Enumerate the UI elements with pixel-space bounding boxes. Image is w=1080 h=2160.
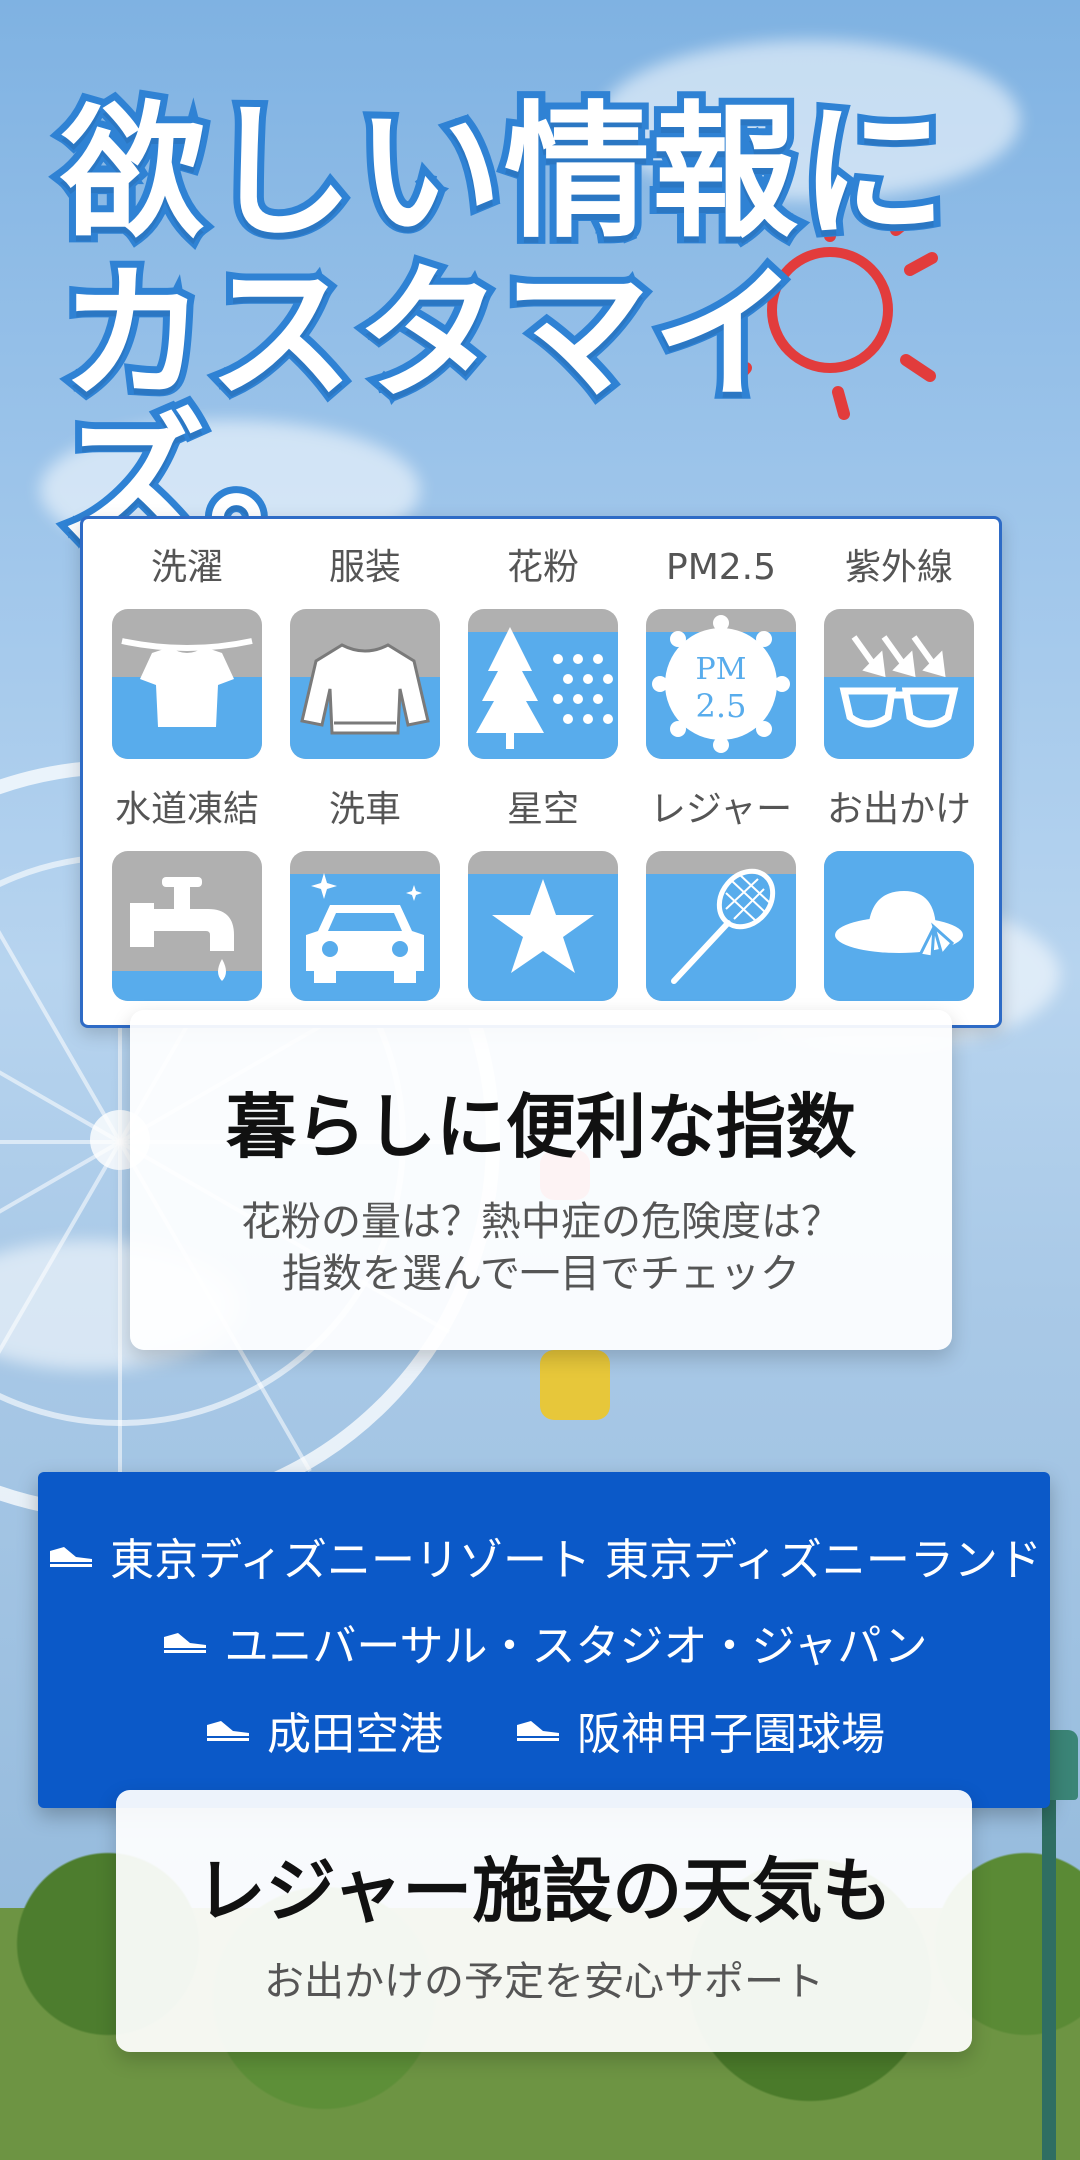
venue-label: 阪神甲子園球場	[577, 1709, 885, 1760]
index-pipe-freeze[interactable]: 水道凍結	[111, 787, 263, 1001]
index-starry-sky[interactable]: 星空	[467, 787, 619, 1001]
index-label: 星空	[506, 789, 579, 830]
index-label: レジャー	[649, 789, 793, 830]
feature-description: 指数を選んで一目でチェック	[282, 1251, 800, 1297]
index-pollen[interactable]: 花粉	[467, 545, 619, 759]
index-label: 洗濯	[150, 547, 223, 588]
sneaker-icon	[50, 1547, 93, 1567]
index-label: 洗車	[328, 789, 401, 830]
venue-label: ユニバーサル・スタジオ・ジャパン	[224, 1621, 928, 1672]
svg-text:2.5: 2.5	[696, 687, 747, 725]
svg-text:PM: PM	[696, 652, 747, 687]
index-outing[interactable]: お出かけ	[823, 787, 975, 1001]
racket-icon	[671, 868, 776, 984]
star-icon	[492, 879, 594, 973]
index-label: 水道凍結	[114, 789, 259, 830]
headline-line-2: カスタマイズ。	[53, 250, 805, 566]
feature-title: 暮らしに便利な指数	[226, 1086, 856, 1168]
headline-line-1: 欲しい情報に	[53, 88, 953, 258]
index-label: 服装	[328, 547, 401, 588]
car-icon	[306, 873, 424, 983]
venue-item[interactable]: ユニバーサル・スタジオ・ジャパン	[160, 1610, 928, 1674]
sneaker-icon	[164, 1633, 207, 1653]
index-car-wash[interactable]: 洗車	[289, 787, 441, 1001]
faucet-icon	[130, 877, 234, 981]
feature-description: 花粉の量は？熱中症の危険度は？	[241, 1199, 841, 1245]
venue-item[interactable]: 東京ディズニーリゾート 東京ディズニーランド	[46, 1524, 1042, 1588]
pm25-icon: PM 2.5	[652, 615, 790, 753]
sneaker-icon	[517, 1721, 559, 1741]
index-label: 花粉	[506, 547, 579, 588]
index-uv[interactable]: 紫外線	[823, 545, 975, 759]
venue-label: 東京ディズニーリゾート 東京ディズニーランド	[110, 1535, 1042, 1586]
index-grid-card: 洗濯 服装 花粉 PM2.5 PM 2.5 紫外線 水道凍結 洗車 星空 レジャ…	[80, 516, 1002, 1028]
index-label: 紫外線	[844, 547, 953, 588]
cedar-pollen-icon	[476, 627, 613, 749]
sweater-icon	[300, 643, 430, 735]
index-clothing[interactable]: 服装	[289, 545, 441, 759]
uv-sunglasses-icon	[839, 635, 959, 728]
index-label: PM2.5	[665, 547, 777, 588]
feature-panel-leisure: レジャー施設の天気も お出かけの予定を安心サポート	[116, 1790, 972, 2052]
feature-description: お出かけの予定を安心サポート	[264, 1959, 824, 2005]
feature-title: レジャー施設の天気も	[195, 1850, 893, 1932]
index-label: お出かけ	[826, 789, 971, 830]
venue-label: 成田空港	[267, 1709, 443, 1760]
index-pm25[interactable]: PM2.5 PM 2.5	[645, 545, 797, 759]
leisure-venue-list: 東京ディズニーリゾート 東京ディズニーランド ユニバーサル・スタジオ・ジャパン …	[38, 1472, 1050, 1808]
index-leisure[interactable]: レジャー	[645, 787, 797, 1001]
hat-icon	[835, 891, 963, 959]
venue-item[interactable]: 阪神甲子園球場	[513, 1698, 885, 1762]
sneaker-icon	[207, 1721, 249, 1741]
feature-panel-indices: 暮らしに便利な指数 花粉の量は？熱中症の危険度は？ 指数を選んで一目でチェック	[130, 1010, 952, 1350]
laundry-icon	[121, 638, 253, 727]
venue-item[interactable]: 成田空港	[203, 1698, 443, 1762]
index-laundry[interactable]: 洗濯	[111, 545, 263, 759]
street-lamp	[1020, 1730, 1078, 2160]
